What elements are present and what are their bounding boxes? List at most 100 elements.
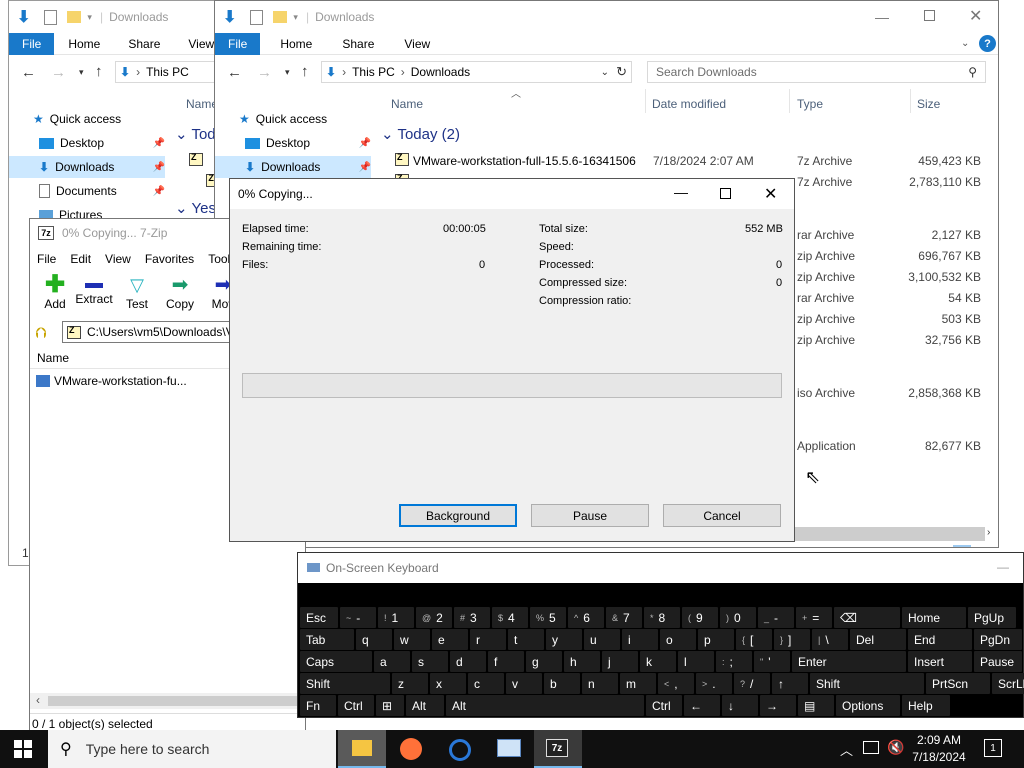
file-row[interactable]: zip Archive 503 KB xyxy=(793,309,993,329)
key-tab[interactable]: Tab xyxy=(300,629,354,650)
breadcrumb-this-pc[interactable]: This PC xyxy=(352,65,395,79)
nav-quick-access[interactable]: ★ Quick access xyxy=(27,108,121,130)
file-row[interactable]: zip Archive 32,756 KB xyxy=(793,330,993,350)
forward-arrow-icon[interactable]: → xyxy=(257,64,272,81)
file-row[interactable]: rar Archive 54 KB xyxy=(793,288,993,308)
key-u8595[interactable]: ↓ xyxy=(722,695,758,716)
scroll-thumb[interactable] xyxy=(48,696,298,706)
column-header-type[interactable]: Type xyxy=(797,97,823,111)
up-arrow-icon[interactable]: ↑ xyxy=(301,63,309,80)
pin-icon[interactable]: 📌 xyxy=(153,186,165,197)
back-arrow-icon[interactable]: ← xyxy=(21,64,36,81)
key-2[interactable]: @2 xyxy=(416,607,452,628)
notification-center-icon[interactable]: 1 xyxy=(984,739,1002,757)
control-panel-app-icon[interactable] xyxy=(449,739,471,761)
horizontal-scrollbar[interactable] xyxy=(795,527,985,541)
key-3[interactable]: #3 xyxy=(454,607,490,628)
recent-chevron-icon[interactable]: ▾ xyxy=(79,67,84,78)
background-button[interactable]: Background xyxy=(399,504,517,527)
properties-icon[interactable] xyxy=(250,9,264,25)
key-ctrl[interactable]: Ctrl xyxy=(646,695,682,716)
key-v[interactable]: v xyxy=(506,673,542,694)
volume-muted-icon[interactable]: 🔇 xyxy=(887,739,904,756)
key-u91[interactable]: {[ xyxy=(736,629,772,650)
key-u8593[interactable]: ↑ xyxy=(772,673,808,694)
minimize-icon[interactable]: — xyxy=(674,184,688,200)
maximize-icon[interactable] xyxy=(720,188,731,199)
key-u47[interactable]: ? / xyxy=(734,673,770,694)
7zip-app-icon[interactable]: 7z xyxy=(534,730,582,768)
breadcrumb-this-pc[interactable]: This PC xyxy=(146,65,189,79)
details-view-icon[interactable] xyxy=(953,545,971,547)
nav-downloads[interactable]: ⬇ Downloads 📌 xyxy=(215,156,371,178)
firefox-app-icon[interactable] xyxy=(400,738,422,760)
key-u39[interactable]: " ' xyxy=(754,651,790,672)
menu-file[interactable]: File xyxy=(37,252,56,266)
network-app-icon[interactable] xyxy=(497,739,521,757)
key-pgdn[interactable]: PgDn xyxy=(974,629,1022,650)
key-l[interactable]: l xyxy=(678,651,714,672)
address-bar[interactable]: ⬇ › This PC › Downloads ⌄ ↻ xyxy=(321,61,632,83)
file-row[interactable]: rar Archive 2,127 KB xyxy=(793,225,993,245)
show-hidden-icons-chevron-icon[interactable]: ︿ xyxy=(840,740,853,759)
close-icon[interactable]: ✕ xyxy=(764,184,777,204)
key-h[interactable]: h xyxy=(564,651,600,672)
recent-chevron-icon[interactable]: ▾ xyxy=(285,67,290,78)
column-header-date[interactable]: Date modified xyxy=(652,97,726,111)
toolbar-add[interactable]: ✚ Add xyxy=(36,273,74,315)
key-help[interactable]: Help xyxy=(902,695,950,716)
pin-icon[interactable]: 📌 xyxy=(153,162,165,173)
key-u45[interactable]: _ - xyxy=(758,607,794,628)
key-b[interactable]: b xyxy=(544,673,580,694)
key-u93[interactable]: }] xyxy=(774,629,810,650)
tab-file[interactable]: File xyxy=(215,32,261,55)
folder-up-icon[interactable]: ⮉ xyxy=(35,325,46,342)
up-arrow-icon[interactable]: ↑ xyxy=(95,63,103,80)
menu-edit[interactable]: Edit xyxy=(70,252,91,266)
key-u8862[interactable]: ⊞ xyxy=(376,695,404,716)
taskbar-search-box[interactable]: ⚲ Type here to search xyxy=(48,730,336,768)
key-u8594[interactable]: → xyxy=(760,695,796,716)
key-a[interactable]: a xyxy=(374,651,410,672)
key-u92[interactable]: | \ xyxy=(812,629,848,650)
new-folder-icon[interactable] xyxy=(273,11,288,23)
chevron-down-icon[interactable]: ▾ xyxy=(293,12,298,23)
scroll-right-icon[interactable]: › xyxy=(987,527,990,538)
chevron-down-icon[interactable]: ▾ xyxy=(87,12,92,23)
group-today-header[interactable]: ⌄ Today (2) xyxy=(381,125,460,143)
forward-arrow-icon[interactable]: → xyxy=(51,64,66,81)
key-u9003[interactable]: ⌫ xyxy=(834,607,900,628)
cancel-button[interactable]: Cancel xyxy=(663,504,781,527)
column-header-name[interactable]: Name xyxy=(391,97,423,111)
start-windows-icon[interactable] xyxy=(14,740,32,758)
key-r[interactable]: r xyxy=(470,629,506,650)
key-q[interactable]: q xyxy=(356,629,392,650)
key-8[interactable]: * 8 xyxy=(644,607,680,628)
key-u45[interactable]: ~ - xyxy=(340,607,376,628)
key-e[interactable]: e xyxy=(432,629,468,650)
key-m[interactable]: m xyxy=(620,673,656,694)
tab-file[interactable]: File xyxy=(9,32,55,55)
key-scrlk[interactable]: ScrLk xyxy=(992,673,1024,694)
key-enter[interactable]: Enter xyxy=(792,651,906,672)
help-icon[interactable]: ? xyxy=(979,35,996,52)
nav-quick-access[interactable]: ★ Quick access xyxy=(233,108,327,130)
key-t[interactable]: t xyxy=(508,629,544,650)
key-insert[interactable]: Insert xyxy=(908,651,972,672)
file-explorer-app-icon[interactable] xyxy=(338,730,386,768)
download-arrow-icon[interactable]: ⬇ xyxy=(223,7,236,27)
key-caps[interactable]: Caps xyxy=(300,651,372,672)
key-u46[interactable]: >. xyxy=(696,673,732,694)
key-p[interactable]: p xyxy=(698,629,734,650)
key-0[interactable]: ) 0 xyxy=(720,607,756,628)
key-shift[interactable]: Shift xyxy=(300,673,390,694)
toolbar-extract[interactable]: Extract xyxy=(74,273,114,315)
key-5[interactable]: % 5 xyxy=(530,607,566,628)
download-arrow-icon[interactable]: ⬇ xyxy=(17,7,30,27)
new-folder-icon[interactable] xyxy=(67,11,82,23)
key-w[interactable]: w xyxy=(394,629,430,650)
key-options[interactable]: Options xyxy=(836,695,900,716)
key-u8592[interactable]: ← xyxy=(684,695,720,716)
key-4[interactable]: $4 xyxy=(492,607,528,628)
pin-icon[interactable]: 📌 xyxy=(359,138,371,149)
